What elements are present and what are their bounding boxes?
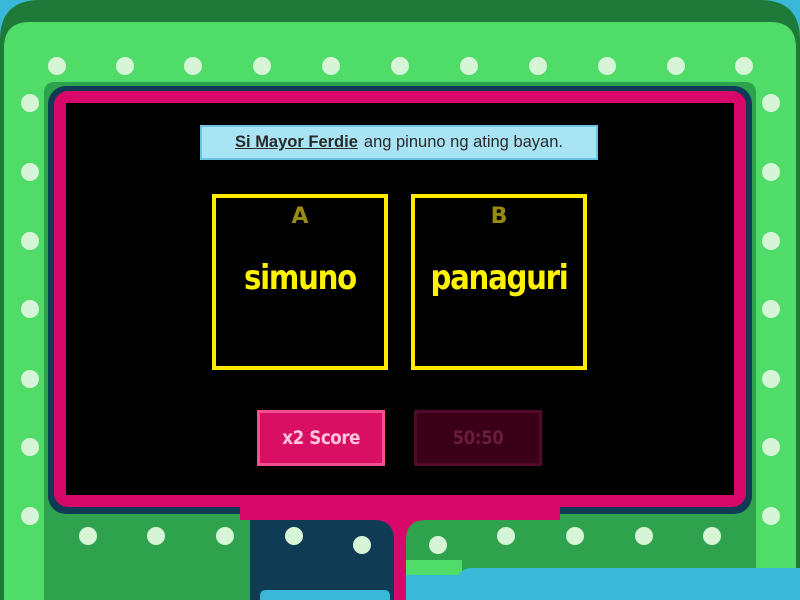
answer-text: panaguri [430,258,568,298]
fifty-fifty-label: 50:50 [452,427,504,449]
answer-letter: B [490,204,508,229]
question-prompt: Si Mayor Ferdie ang pinuno ng ating baya… [200,125,598,160]
answer-text: simuno [244,258,357,298]
question-subject: Si Mayor Ferdie [235,133,358,151]
answer-option-b[interactable]: B panaguri [411,194,587,370]
question-rest: ang pinuno ng ating bayan. [363,133,563,151]
answer-option-a[interactable]: A simuno [212,194,388,370]
fifty-fifty-button[interactable]: 50:50 [414,410,542,466]
double-score-button[interactable]: x2 Score [257,410,385,466]
question-screen [66,103,734,495]
double-score-label: x2 Score [282,427,360,449]
answer-letter: A [291,204,309,229]
